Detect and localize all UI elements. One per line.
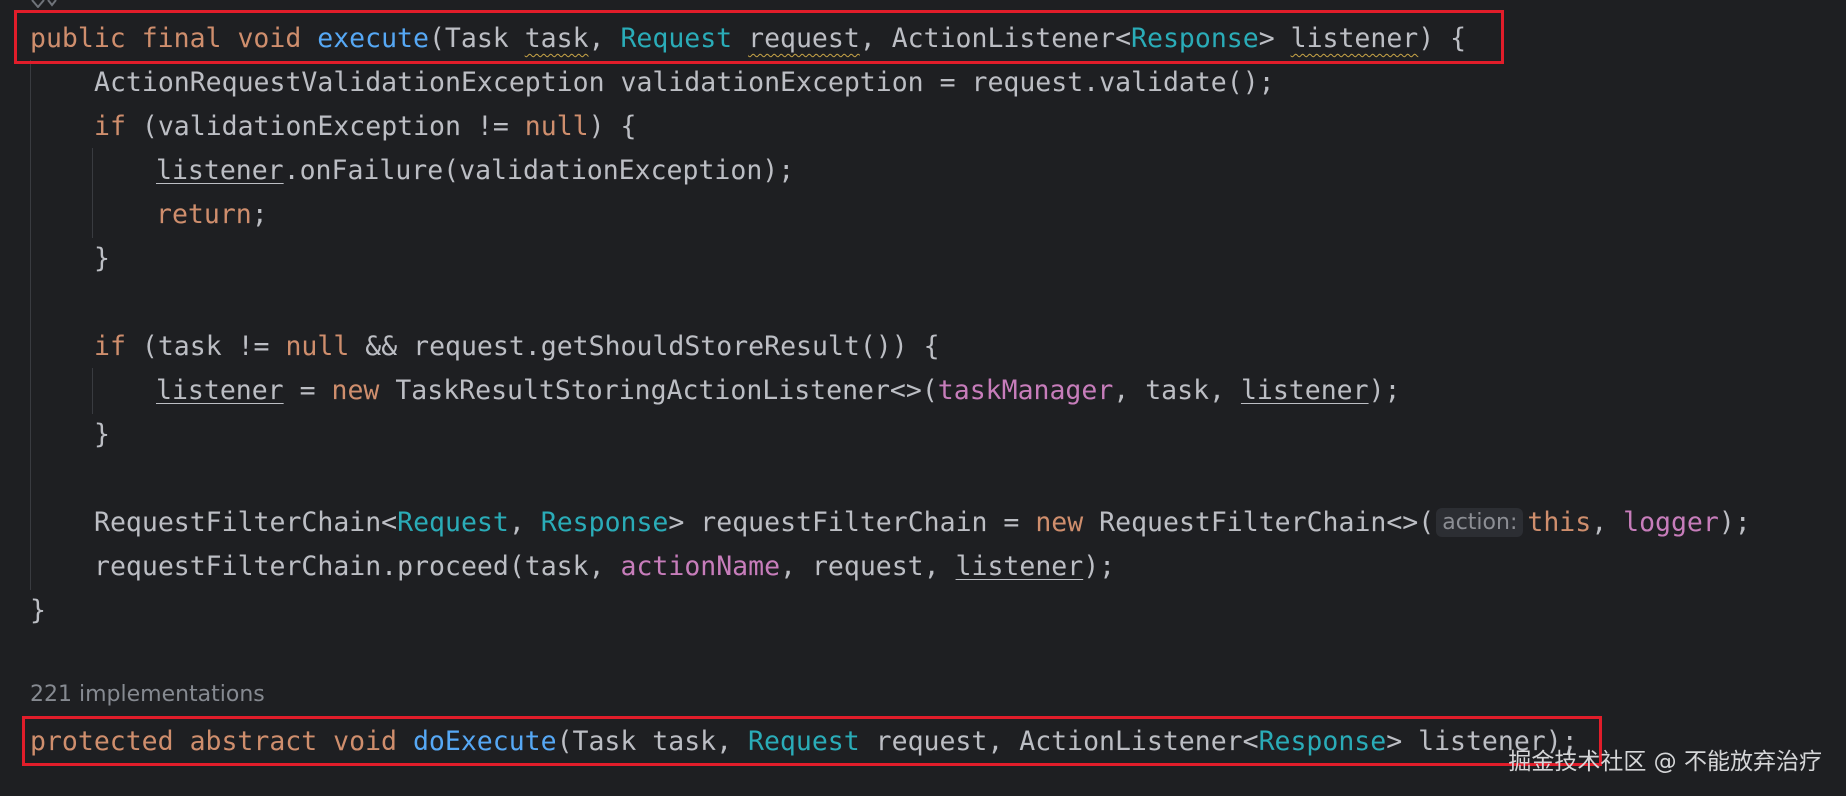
keyword-if: if [94, 111, 126, 142]
field-logger[interactable]: logger [1623, 507, 1719, 538]
override-gutter-icon[interactable] [30, 0, 58, 8]
code-line-on-failure[interactable]: listener.onFailure(validationException); [156, 149, 794, 193]
code-text: , request, [780, 551, 956, 582]
code-line-proceed[interactable]: requestFilterChain.proceed(task, actionN… [94, 545, 1115, 589]
code-line-listener-assign[interactable]: listener = new TaskResultStoringActionLi… [156, 369, 1401, 413]
var-listener[interactable]: listener [956, 551, 1084, 582]
code-line-if-task[interactable]: if (task != null && request.getShouldSto… [94, 325, 940, 369]
comma: , [1591, 507, 1624, 538]
comma: , [508, 507, 541, 538]
keyword-null: null [524, 111, 589, 142]
class-request-filter-chain[interactable]: RequestFilterChain< [94, 507, 397, 538]
code-text: requestFilterChain.proceed(task, [94, 551, 621, 582]
code-line-brace-close[interactable]: } [94, 237, 110, 281]
code-text: > requestFilterChain = [668, 507, 1036, 538]
code-line-return[interactable]: return; [156, 193, 268, 237]
code-line-validate[interactable]: ActionRequestValidationException validat… [94, 61, 1275, 105]
indent-guide [92, 368, 93, 414]
field-task-manager[interactable]: taskManager [938, 375, 1114, 406]
code-text: ); [1718, 507, 1751, 538]
parameter-hint-action: action: [1436, 508, 1524, 537]
code-line-filter-chain[interactable]: RequestFilterChain<Request, Response> re… [94, 501, 1751, 545]
type-response[interactable]: Response [541, 507, 669, 538]
keyword-null: null [285, 331, 350, 362]
var-listener[interactable]: listener [156, 375, 284, 406]
keyword-if: if [94, 331, 126, 362]
code-text: ); [1368, 375, 1401, 406]
code-line-method-close[interactable]: } [30, 589, 46, 633]
code-text: RequestFilterChain<>( [1083, 507, 1435, 538]
code-text: .onFailure(validationException); [283, 155, 795, 186]
watermark: 掘金技术社区 @ 不能放弃治疗 [1508, 749, 1822, 775]
code-text: (task != [125, 331, 286, 362]
highlight-box-execute [14, 10, 1504, 64]
code-text: && request.getShouldStoreResult()) { [349, 331, 940, 362]
var-listener[interactable]: listener [1241, 375, 1369, 406]
keyword-return: return [156, 199, 252, 230]
code-line-brace-close[interactable]: } [94, 413, 110, 457]
keyword-this: this [1527, 507, 1592, 538]
code-text: ); [1083, 551, 1116, 582]
type-request[interactable]: Request [397, 507, 509, 538]
keyword-new: new [1035, 507, 1084, 538]
class-task-result-storing[interactable]: TaskResultStoringActionListener<>( [379, 375, 937, 406]
indent-guide [92, 148, 93, 238]
code-text: , task, [1113, 375, 1241, 406]
field-action-name[interactable]: actionName [621, 551, 781, 582]
code-text: (validationException != [125, 111, 525, 142]
code-line-if-validation[interactable]: if (validationException != null) { [94, 105, 636, 149]
keyword-new: new [331, 375, 380, 406]
semicolon: ; [251, 199, 268, 230]
var-listener[interactable]: listener [156, 155, 284, 186]
code-text: ) { [588, 111, 637, 142]
highlight-box-do-execute [22, 716, 1602, 766]
code-text: = [283, 375, 332, 406]
implementations-link[interactable]: 221 implementations [30, 682, 265, 707]
indent-guide [30, 60, 31, 590]
